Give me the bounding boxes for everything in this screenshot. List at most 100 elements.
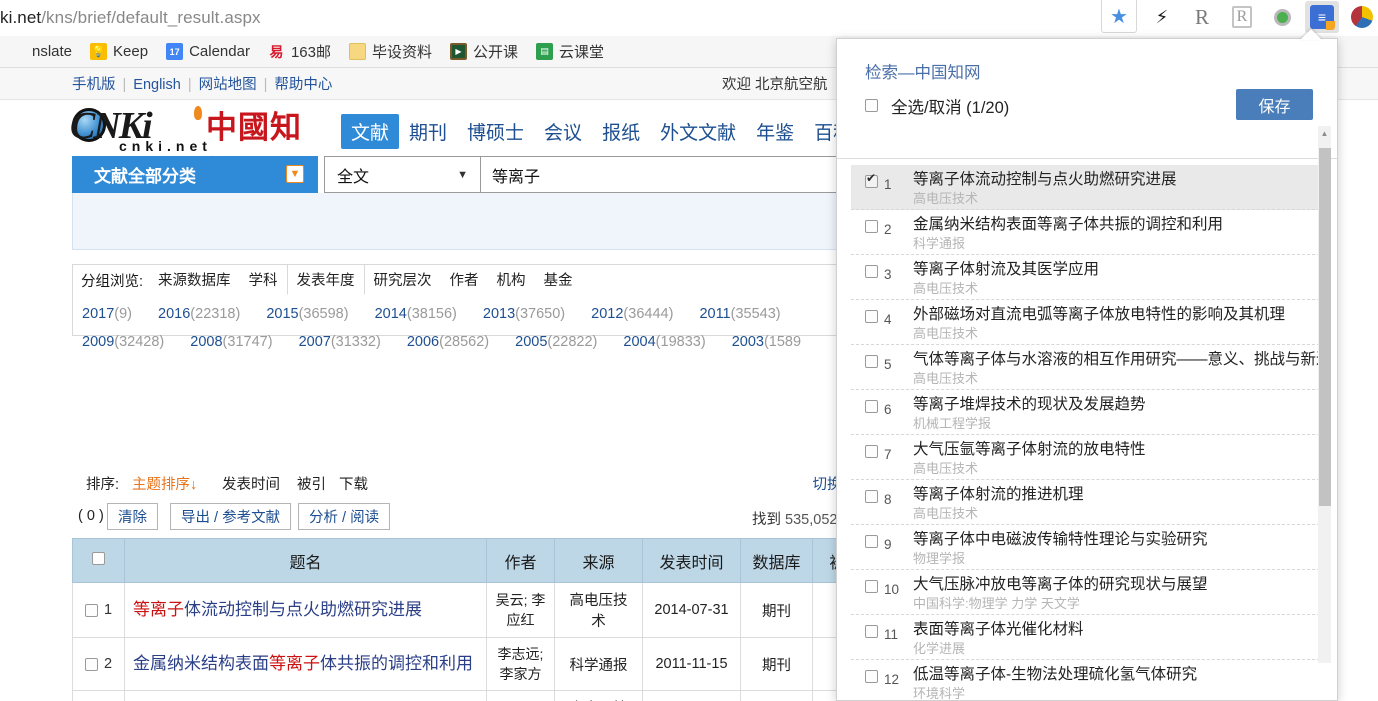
row-checkbox[interactable]	[85, 657, 98, 671]
bookmark-item[interactable]: nslate	[0, 40, 81, 64]
list-item[interactable]: 7 大气压氩等离子体射流的放电特性 高电压技术	[851, 435, 1325, 480]
year-facet[interactable]: 2014(38156)	[375, 306, 457, 322]
sort-by-download[interactable]: 下载	[339, 473, 368, 494]
select-all-checkbox[interactable]	[92, 551, 105, 565]
link-sitemap[interactable]: 网站地图	[199, 77, 257, 93]
cell-source[interactable]: 科学通报	[554, 637, 643, 691]
year-facet[interactable]: 2011(35543)	[699, 306, 780, 322]
list-item[interactable]: 10 大气压脉冲放电等离子体的研究现状与展望 中国科学:物理学 力学 天文学	[851, 570, 1325, 615]
cell-select[interactable]: 3	[72, 690, 125, 701]
item-checkbox[interactable]	[865, 172, 878, 193]
sort-by-cited[interactable]: 被引	[297, 473, 326, 494]
item-checkbox[interactable]	[865, 670, 878, 688]
analyze-button[interactable]: 分析 / 阅读	[298, 503, 391, 530]
tab-boshuoshi[interactable]: 博硕士	[457, 114, 534, 149]
tab-nianjian[interactable]: 年鉴	[746, 114, 804, 149]
cell-authors[interactable]: 吴云; 李应红	[486, 582, 555, 638]
year-facet[interactable]: 2015(36598)	[266, 306, 348, 322]
year-facet[interactable]: 2008(31747)	[190, 334, 272, 350]
year-facet[interactable]: 2017(9)	[82, 306, 132, 322]
search-field-select[interactable]: 全文 ▼	[324, 156, 481, 193]
th-select-all[interactable]	[72, 538, 125, 583]
cell-source[interactable]: 高电压技术	[554, 690, 643, 701]
bookmark-item[interactable]: 💡 Keep	[81, 40, 157, 64]
popup-scrollbar-thumb[interactable]	[1319, 148, 1331, 506]
bookmark-item[interactable]: 易 163邮	[259, 40, 340, 64]
item-checkbox[interactable]	[865, 355, 878, 373]
th-database[interactable]: 数据库	[740, 538, 813, 583]
item-checkbox[interactable]	[865, 625, 878, 643]
save-button[interactable]: 保存	[1236, 89, 1313, 120]
table-row[interactable]: 1 等离子体流动控制与点火助燃研究进展 吴云; 李应红 高电压技术 2014-0…	[72, 582, 863, 638]
tab-baozhi[interactable]: 报纸	[592, 114, 650, 149]
link-english[interactable]: English	[133, 77, 181, 93]
lightning-icon[interactable]: ⚡	[1147, 3, 1177, 31]
popup-result-list[interactable]: 1 等离子体流动控制与点火助燃研究进展高电压技术 2 金属纳米结构表面等离子体共…	[851, 165, 1325, 700]
bookmark-item[interactable]: ▶ 公开课	[441, 40, 527, 64]
year-facet[interactable]: 2013(37650)	[483, 306, 565, 322]
notes-extension-icon[interactable]: ≡	[1307, 3, 1337, 31]
cell-title[interactable]: 等离子体流动控制与点火助燃研究进展	[124, 582, 487, 638]
bookmark-item[interactable]: 17 Calendar	[157, 40, 259, 64]
sort-by-relevance[interactable]: 主题排序↓	[132, 473, 197, 494]
link-mobile[interactable]: 手机版	[72, 77, 116, 93]
export-button[interactable]: 导出 / 参考文献	[170, 503, 292, 530]
bookmark-item[interactable]: ▤ 云课堂	[527, 40, 613, 64]
gtab-author[interactable]: 作者	[441, 265, 488, 294]
boxed-r-icon[interactable]: R	[1227, 3, 1257, 31]
item-checkbox[interactable]	[865, 220, 878, 238]
th-title[interactable]: 题名	[124, 538, 487, 583]
table-row[interactable]: 3 等离子体射流及其医学应用 卢新培 高电压技术 2011-06-30 期刊	[72, 690, 863, 701]
cell-select[interactable]: 2	[72, 637, 125, 691]
item-checkbox[interactable]	[865, 580, 878, 598]
cell-title[interactable]: 等离子体射流及其医学应用	[124, 690, 487, 701]
year-facet[interactable]: 2004(19833)	[623, 334, 705, 350]
list-item[interactable]: 5 气体等离子体与水溶液的相互作用研究——意义、挑战与新进展 高电压技术	[851, 345, 1325, 390]
tab-qikan[interactable]: 期刊	[399, 114, 457, 149]
item-checkbox[interactable]	[865, 265, 878, 283]
readcube-r-icon[interactable]: R	[1187, 3, 1217, 31]
th-author[interactable]: 作者	[486, 538, 555, 583]
list-item[interactable]: 8 等离子体射流的推进机理 高电压技术	[851, 480, 1325, 525]
bookmark-item[interactable]: 毕设资料	[340, 40, 441, 64]
bookmark-star-button[interactable]: ★	[1101, 0, 1137, 33]
cell-select[interactable]: 1	[72, 582, 125, 638]
year-facet[interactable]: 2009(32428)	[82, 334, 164, 350]
list-item[interactable]: 12 低温等离子体-生物法处理硫化氢气体研究 环境科学	[851, 660, 1325, 700]
list-item[interactable]: 2 金属纳米结构表面等离子体共振的调控和利用 科学通报	[851, 210, 1325, 255]
popup-title[interactable]: 检索—中国知网	[865, 59, 981, 83]
row-checkbox[interactable]	[85, 603, 98, 617]
list-item[interactable]: 11 表面等离子体光催化材料 化学进展	[851, 615, 1325, 660]
cnki-logo[interactable]: CNKi 中國知網 cnki.net	[70, 102, 325, 190]
year-facet[interactable]: 2016(22318)	[158, 306, 240, 322]
item-checkbox[interactable]	[865, 445, 878, 463]
green-dot-icon[interactable]	[1267, 3, 1297, 31]
link-help[interactable]: 帮助中心	[274, 77, 332, 93]
list-item[interactable]: 6 等离子堆焊技术的现状及发展趋势 机械工程学报	[851, 390, 1325, 435]
sort-by-date[interactable]: 发表时间	[222, 473, 280, 494]
list-item[interactable]: 1 等离子体流动控制与点火助燃研究进展高电压技术	[851, 165, 1325, 210]
clear-button[interactable]: 清除	[107, 503, 158, 530]
scroll-up-arrow-icon[interactable]: ▲	[1318, 126, 1331, 141]
address-bar[interactable]: ki.net/kns/brief/default_result.aspx	[0, 6, 261, 30]
list-item[interactable]: 3 等离子体射流及其医学应用 高电压技术	[851, 255, 1325, 300]
item-checkbox[interactable]	[865, 310, 878, 328]
year-facet[interactable]: 2007(31332)	[299, 334, 381, 350]
select-all-checkbox[interactable]	[865, 99, 878, 112]
year-facet[interactable]: 2006(28562)	[407, 334, 489, 350]
list-item[interactable]: 4 外部磁场对直流电弧等离子体放电特性的影响及其机理 高电压技术	[851, 300, 1325, 345]
gtab-fund[interactable]: 基金	[535, 265, 582, 294]
gtab-source-db[interactable]: 来源数据库	[149, 265, 240, 294]
select-all-toggle[interactable]	[865, 99, 878, 117]
gtab-institution[interactable]: 机构	[488, 265, 535, 294]
item-checkbox[interactable]	[865, 535, 878, 553]
category-dropdown-button[interactable]: 文献全部分类 ▼	[72, 156, 318, 193]
search-input[interactable]: 等离子	[481, 156, 862, 193]
year-facet[interactable]: 2005(22822)	[515, 334, 597, 350]
table-row[interactable]: 2 金属纳米结构表面等离子体共振的调控和利用 李志远; 李家方 科学通报 201…	[72, 637, 863, 691]
tab-waiwen[interactable]: 外文文献	[650, 114, 746, 149]
th-source[interactable]: 来源	[554, 538, 643, 583]
tab-wenxian[interactable]: 文献	[341, 114, 400, 149]
tab-huiyi[interactable]: 会议	[534, 114, 592, 149]
pie-chart-icon[interactable]	[1347, 3, 1377, 31]
